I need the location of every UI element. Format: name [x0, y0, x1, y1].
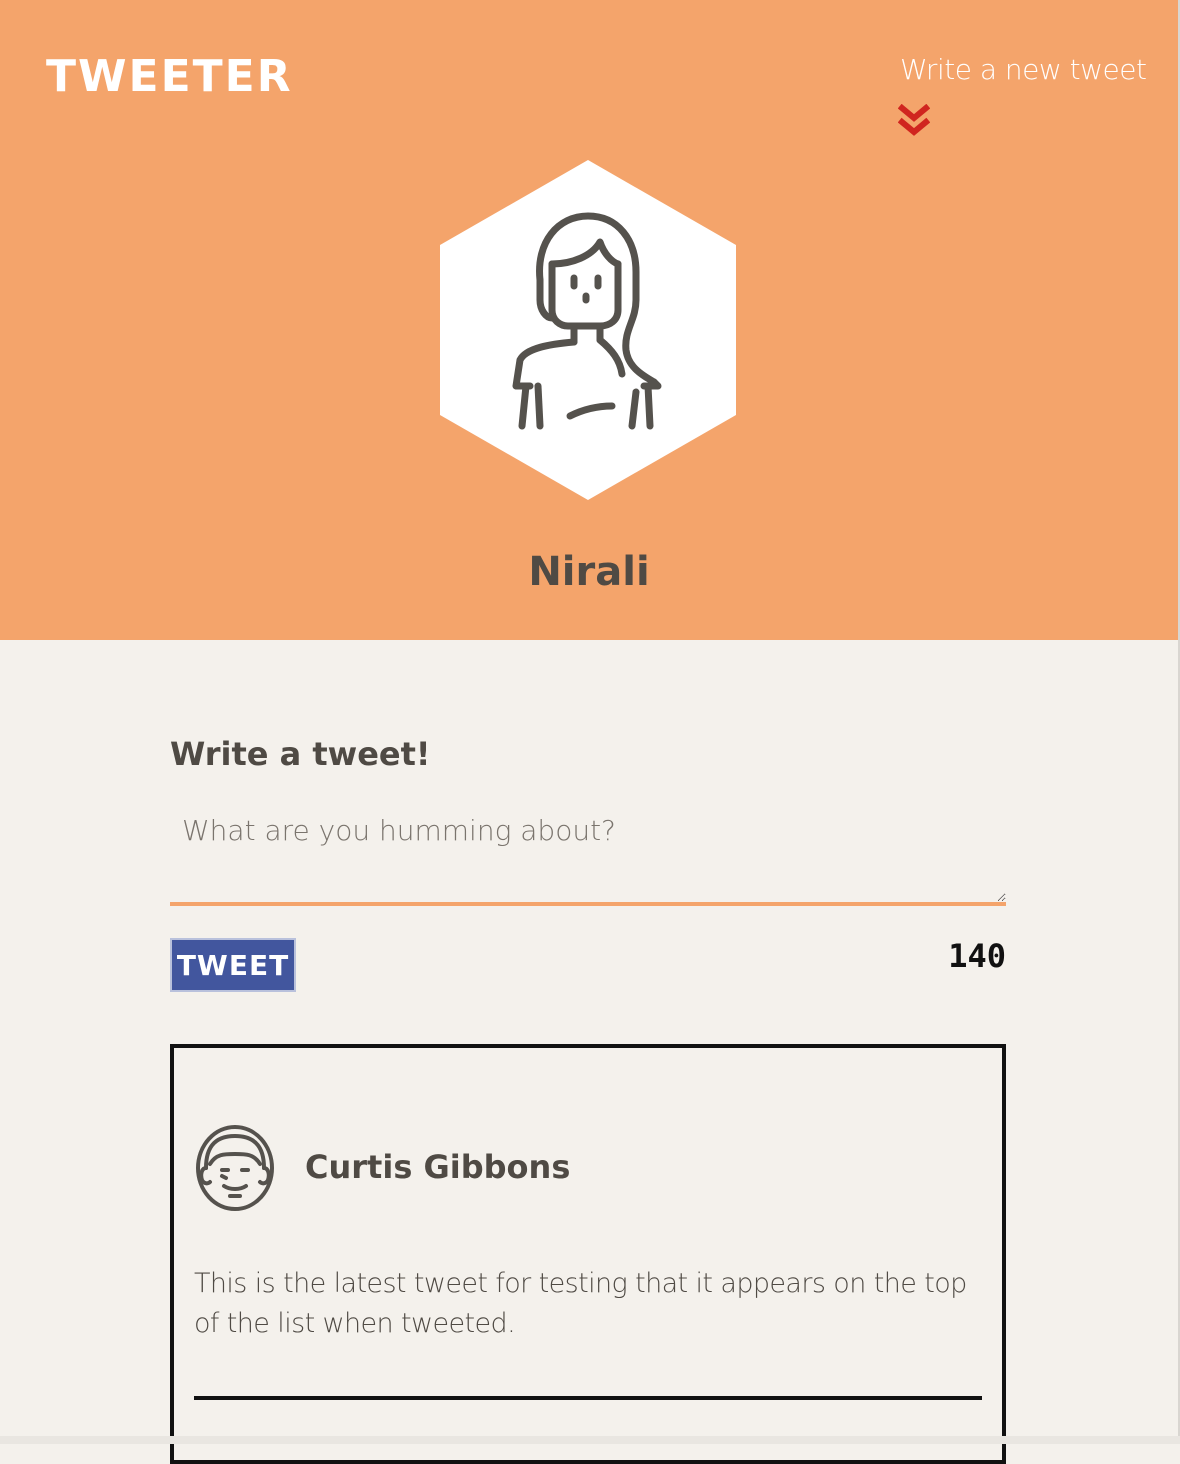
tweet-card	[170, 1044, 1006, 1464]
tweet-text: This is the latest tweet for testing tha…	[194, 1268, 967, 1339]
compose-title: Write a tweet!	[170, 735, 431, 773]
double-chevron-down-icon[interactable]	[898, 104, 930, 140]
profile-header: TWEETER Write a new tweet Nirali	[0, 0, 1178, 640]
man-avatar-icon	[196, 1125, 274, 1211]
woman-avatar-icon	[440, 160, 736, 500]
tweet-button[interactable]: TWEET	[170, 938, 296, 992]
write-new-tweet-link[interactable]: Write a new tweet	[900, 50, 1147, 90]
tweet-divider	[194, 1396, 982, 1400]
page-bottom-edge	[0, 1436, 1180, 1444]
tweet-input[interactable]	[170, 814, 1006, 906]
app-logo[interactable]: TWEETER	[46, 52, 293, 102]
tweet-author-name: Curtis Gibbons	[305, 1148, 571, 1186]
profile-name: Nirali	[528, 549, 650, 595]
character-counter: 140	[948, 937, 1006, 975]
